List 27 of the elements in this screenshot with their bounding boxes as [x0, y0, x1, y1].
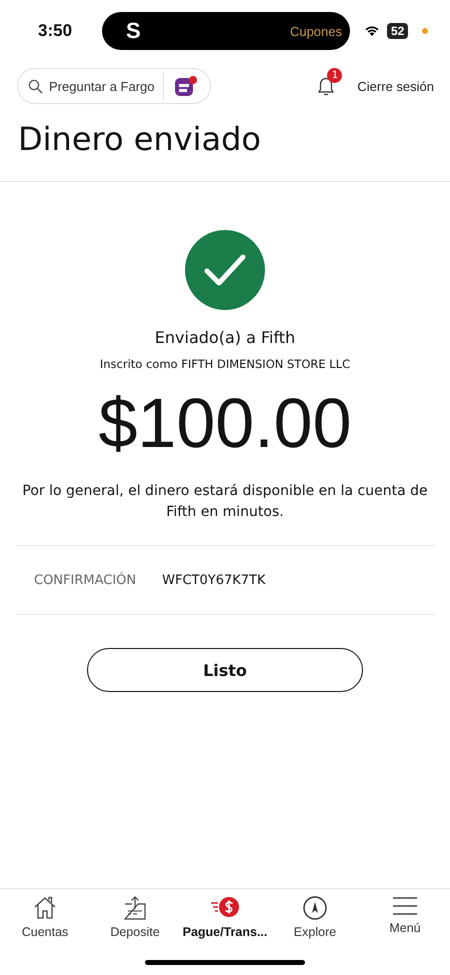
nav-tab[interactable]: Cuentas [0, 895, 90, 960]
page-title: Dinero enviado [18, 119, 262, 160]
nav-tab[interactable]: Explore [270, 895, 360, 960]
menu-icon [391, 895, 419, 917]
enrolled-text: Inscrito como FIFTH DIMENSION STORE LLC [100, 357, 350, 371]
notification-badge: 1 [327, 68, 342, 83]
activity-pill[interactable]: S Cupones [102, 12, 350, 50]
nav-tab[interactable]: Deposite [90, 895, 180, 960]
privacy-dot-icon [422, 28, 428, 34]
logout-link[interactable]: Cierre sesión [357, 78, 434, 94]
search-field[interactable]: Preguntar a Fargo [17, 68, 211, 104]
search-icon [28, 78, 43, 94]
confirmation-label: CONFIRMACIÓN [34, 572, 136, 588]
assistant-logo-icon[interactable] [174, 75, 198, 97]
confirmation-code: WFCT0Y67K7TK [162, 572, 266, 588]
success-check-icon [185, 230, 265, 310]
amount-text: $100.00 [98, 383, 352, 464]
house-icon [32, 895, 58, 921]
done-button[interactable]: Listo [87, 648, 363, 692]
wifi-icon [364, 25, 380, 37]
nav-tab[interactable]: Pague/Trans... [180, 895, 270, 960]
nav-tab[interactable]: Menú [360, 895, 450, 960]
status-time: 3:50 [38, 21, 74, 41]
compass-icon [302, 895, 328, 921]
recipient-text: Enviado(a) a Fifth [154, 328, 296, 347]
battery-level: 52 [387, 23, 408, 39]
availability-message: Por lo general, el dinero estará disponible en la cuenta de Fifth en minutos. [21, 482, 429, 522]
